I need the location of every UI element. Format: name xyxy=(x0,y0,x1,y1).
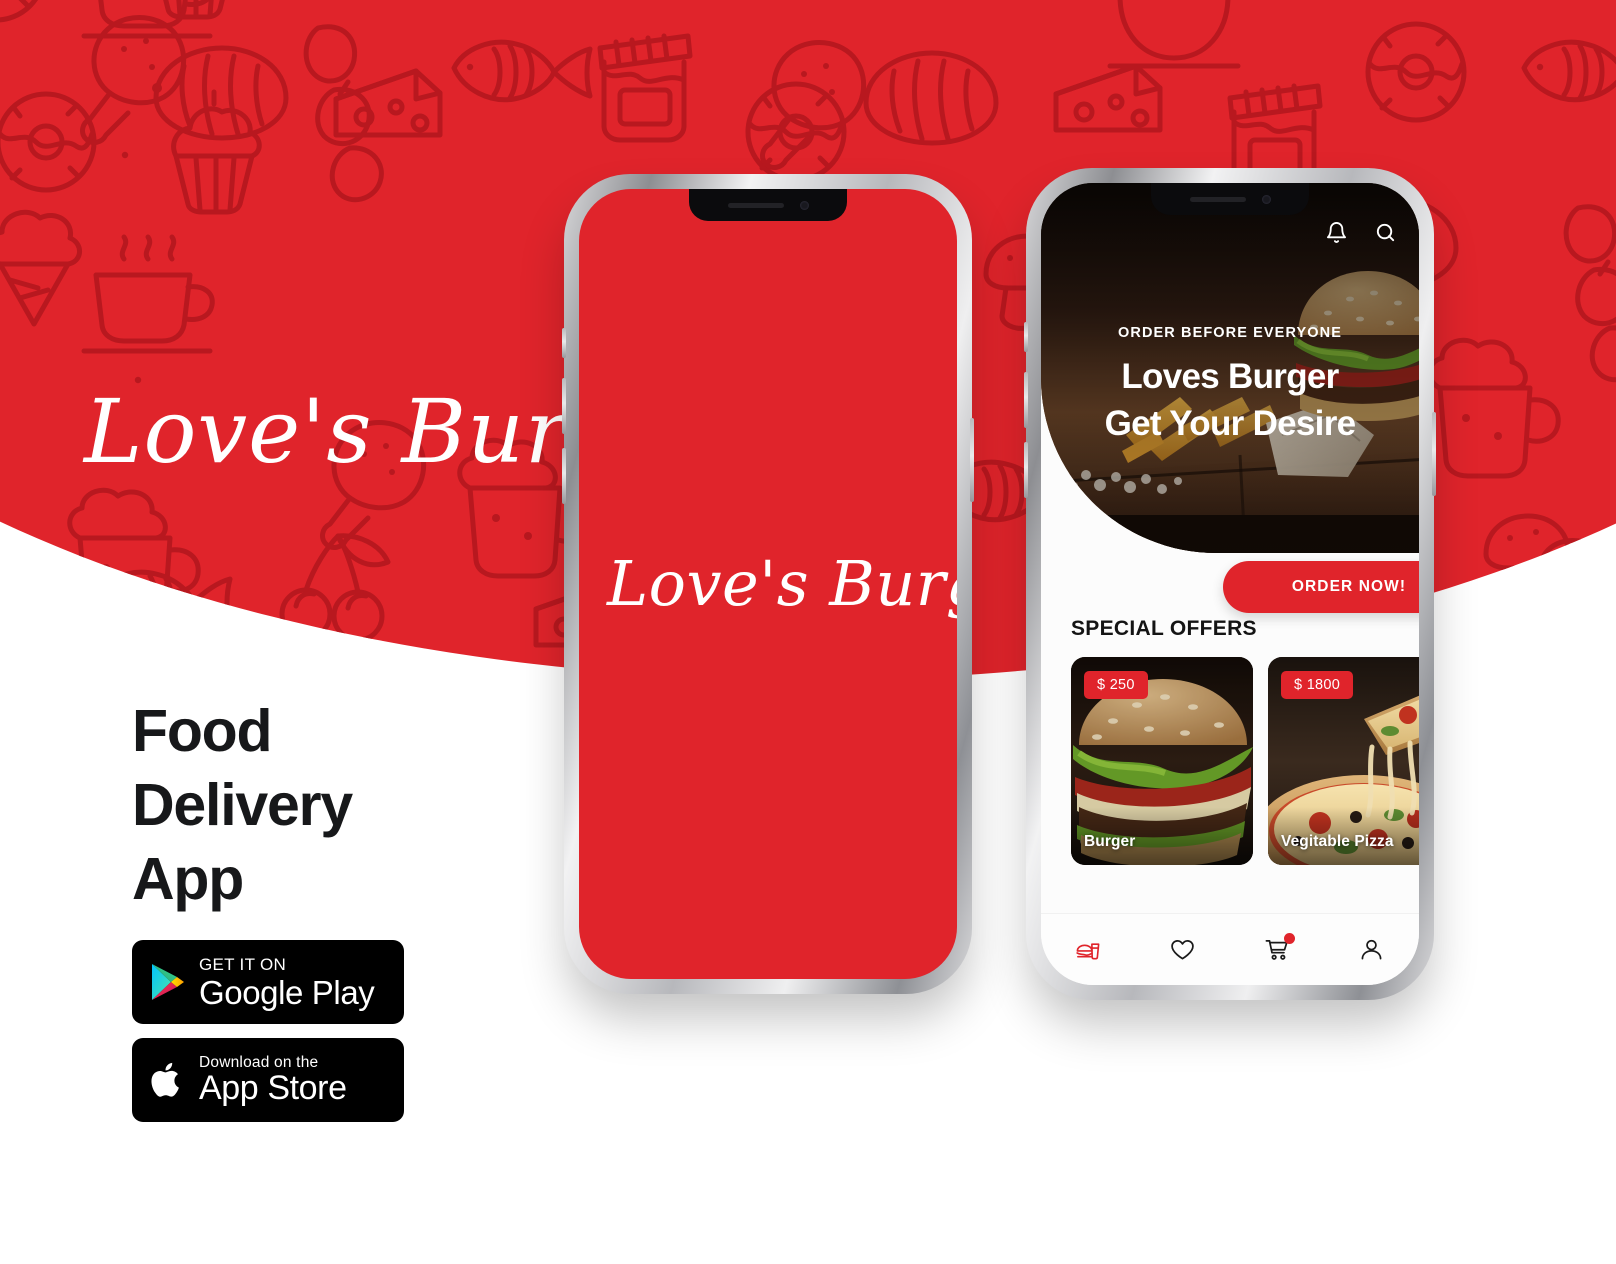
splash-logo: Love's Burger xyxy=(603,529,957,639)
tab-profile[interactable] xyxy=(1350,930,1394,970)
offer-card-burger[interactable]: $ 250 Burger xyxy=(1071,657,1253,865)
poster-canvas: Love's Burger Food Delivery App GET IT O… xyxy=(0,0,1616,1264)
hero-action-icons xyxy=(1325,221,1397,244)
offer-price-badge: $ 250 xyxy=(1084,671,1148,699)
mute-switch[interactable] xyxy=(562,328,566,358)
volume-down-button-2[interactable] xyxy=(1024,442,1028,498)
offer-name-label: Burger xyxy=(1084,833,1136,850)
brand-logo: Love's Burger xyxy=(78,374,724,494)
order-now-button[interactable]: ORDER NOW! xyxy=(1223,561,1419,613)
hero-banner: ORDER BEFORE EVERYONE Loves Burger Get Y… xyxy=(1041,183,1419,553)
splash-logo-text: Love's Burger xyxy=(606,547,957,620)
google-play-icon xyxy=(150,962,186,1002)
phone-mockup-splash: Love's Burger xyxy=(562,174,974,994)
hero-title-line-2: Get Your Desire xyxy=(1104,404,1357,443)
special-offers-list: $ 250 Burger $ 1800 Vegitable Pizza xyxy=(1071,657,1419,865)
volume-down-button[interactable] xyxy=(562,448,566,504)
earpiece-speaker-2 xyxy=(1189,196,1246,202)
mute-switch-2[interactable] xyxy=(1024,322,1028,352)
splash-screen: Love's Burger xyxy=(579,189,957,979)
cart-badge xyxy=(1284,932,1296,944)
apple-icon xyxy=(150,1059,186,1101)
app-store-badge-big: App Store xyxy=(199,1069,347,1108)
food-icon xyxy=(1076,943,1100,960)
tab-food[interactable] xyxy=(1066,930,1110,970)
power-button[interactable] xyxy=(970,418,974,502)
hero-kicker: ORDER BEFORE EVERYONE xyxy=(1118,325,1342,341)
phone-mockup-home: ORDER BEFORE EVERYONE Loves Burger Get Y… xyxy=(1024,168,1436,1000)
google-play-badge-text: GET IT ON Google Play xyxy=(199,954,375,1011)
bottom-tab-bar xyxy=(1041,913,1419,985)
google-play-badge-small: GET IT ON xyxy=(199,954,287,974)
special-offers-heading: SPECIAL OFFERS xyxy=(1071,617,1257,640)
phone-notch-2 xyxy=(1151,183,1309,215)
heart-icon xyxy=(1171,939,1195,960)
power-button-2[interactable] xyxy=(1432,412,1436,496)
search-icon[interactable] xyxy=(1374,221,1397,244)
hero-copy: ORDER BEFORE EVERYONE Loves Burger Get Y… xyxy=(1041,325,1419,447)
store-badge-group: GET IT ON Google Play Download on the Ap… xyxy=(132,940,404,1136)
offer-name-label: Vegitable Pizza xyxy=(1281,833,1394,850)
app-store-badge-small: Download on the xyxy=(199,1053,319,1071)
person-icon xyxy=(1361,939,1382,960)
page-title: Food Delivery App xyxy=(132,694,562,916)
google-play-badge[interactable]: GET IT ON Google Play xyxy=(132,940,404,1024)
offer-price-badge: $ 1800 xyxy=(1281,671,1354,699)
headline-line-1: Food xyxy=(132,698,273,764)
tab-favorites[interactable] xyxy=(1161,930,1205,970)
app-store-badge[interactable]: Download on the App Store xyxy=(132,1038,404,1122)
headline-line-3: App xyxy=(132,846,244,912)
headline-line-2: Delivery xyxy=(132,772,353,838)
volume-up-button[interactable] xyxy=(562,378,566,434)
offer-card-pizza[interactable]: $ 1800 Vegitable Pizza xyxy=(1268,657,1419,865)
home-screen: ORDER BEFORE EVERYONE Loves Burger Get Y… xyxy=(1041,183,1419,985)
google-play-badge-big: Google Play xyxy=(199,973,375,1011)
bell-icon[interactable] xyxy=(1325,221,1348,244)
hero-title-line-1: Loves Burger xyxy=(1121,357,1339,396)
app-store-badge-text: Download on the App Store xyxy=(199,1055,347,1106)
volume-up-button-2[interactable] xyxy=(1024,372,1028,428)
front-camera-2 xyxy=(1261,194,1271,204)
phone-notch xyxy=(689,189,847,221)
earpiece-speaker xyxy=(727,202,784,208)
front-camera xyxy=(799,200,809,210)
tab-cart[interactable] xyxy=(1255,930,1299,970)
